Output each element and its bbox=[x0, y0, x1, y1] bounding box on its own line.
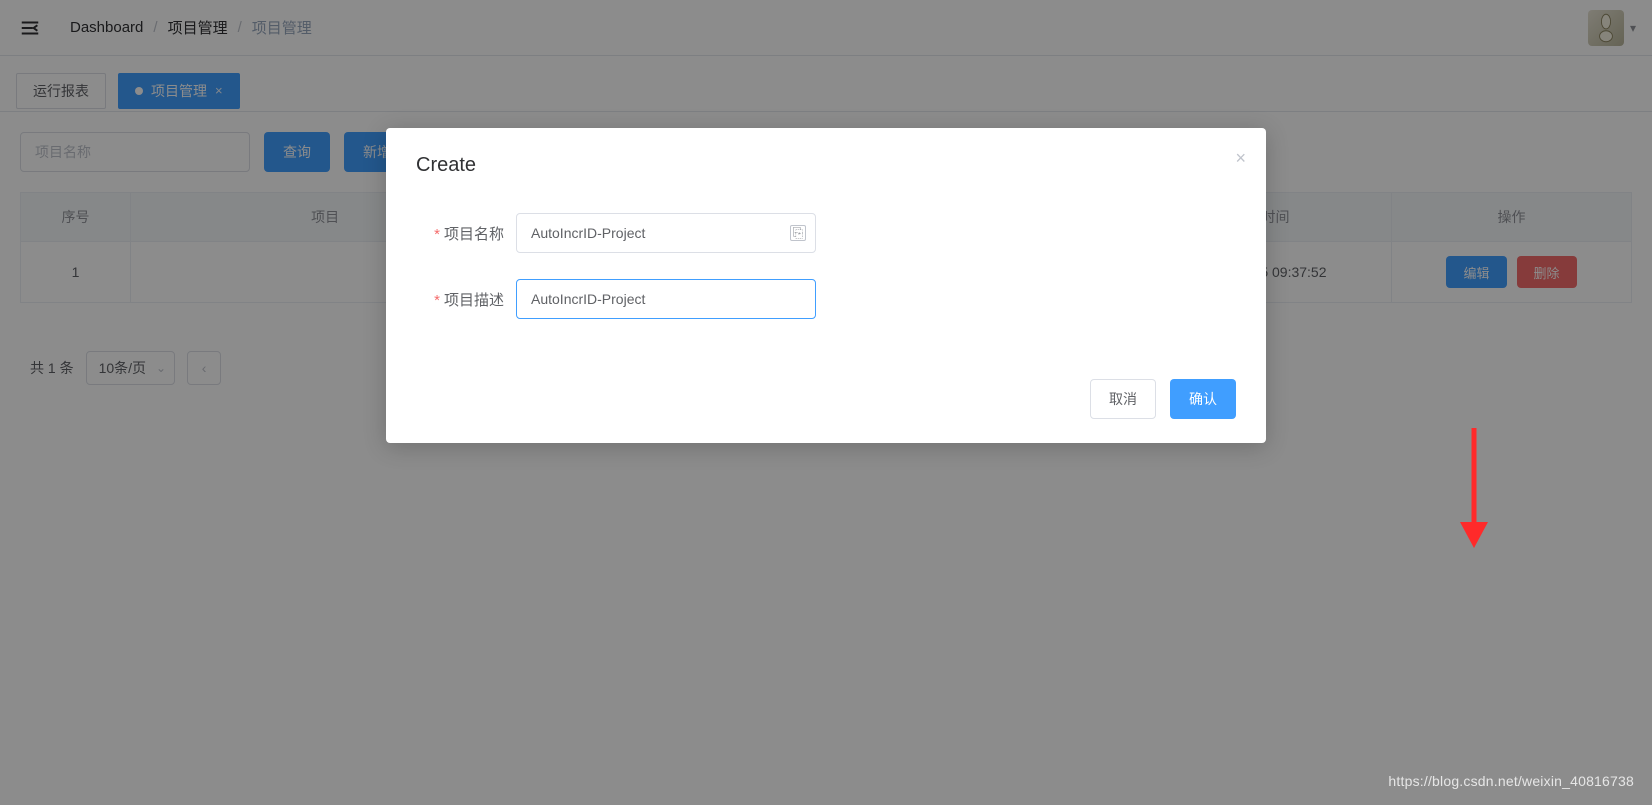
dialog-form: *项目名称 ⎘ *项目描述 bbox=[416, 213, 1236, 319]
create-dialog: Create × *项目名称 ⎘ *项目描述 取消 确认 bbox=[386, 128, 1266, 443]
label-project-desc: *项目描述 bbox=[416, 289, 516, 310]
project-desc-input[interactable] bbox=[516, 279, 816, 319]
dialog-title: Create bbox=[416, 154, 1236, 177]
dialog-footer: 取消 确认 bbox=[416, 379, 1236, 419]
form-row-name: *项目名称 ⎘ bbox=[416, 213, 1236, 253]
label-project-name: *项目名称 bbox=[416, 223, 516, 244]
autofill-icon[interactable]: ⎘ bbox=[790, 225, 806, 241]
project-name-input[interactable] bbox=[516, 213, 816, 253]
annotation-arrow bbox=[1452, 418, 1496, 551]
form-row-desc: *项目描述 bbox=[416, 279, 1236, 319]
modal-overlay[interactable]: Create × *项目名称 ⎘ *项目描述 取消 确认 bbox=[0, 0, 1652, 805]
confirm-button[interactable]: 确认 bbox=[1170, 379, 1236, 419]
cancel-button[interactable]: 取消 bbox=[1090, 379, 1156, 419]
watermark: https://blog.csdn.net/weixin_40816738 bbox=[1388, 773, 1634, 789]
close-icon[interactable]: × bbox=[1235, 148, 1246, 169]
